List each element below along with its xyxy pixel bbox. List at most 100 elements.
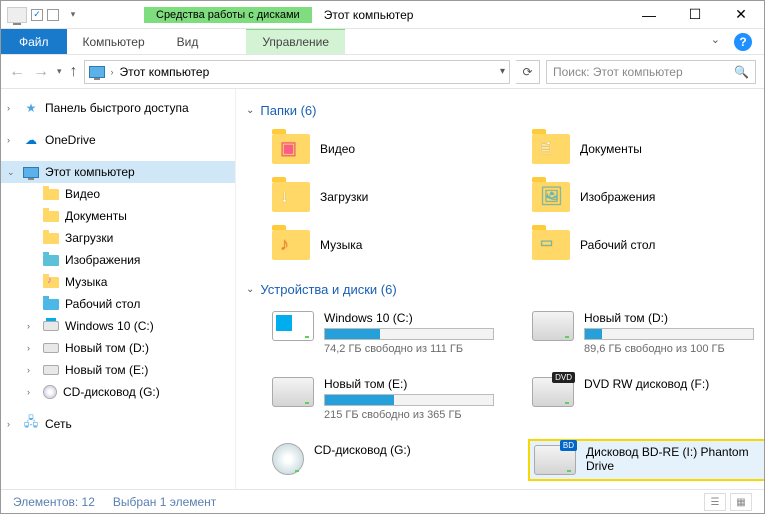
nav-this-pc-child[interactable]: ›CD-дисковод (G:) [1, 381, 235, 403]
nav-up-button[interactable]: ↑ [70, 63, 78, 81]
chevron-right-icon[interactable]: › [27, 343, 37, 353]
folder-tile[interactable]: 🗎Документы [528, 128, 764, 170]
refresh-button[interactable]: ⟳ [516, 60, 540, 84]
nav-this-pc-child[interactable]: Документы [1, 205, 235, 227]
drive-icon [272, 443, 304, 475]
drive-tile[interactable]: Windows 10 (C:)74,2 ГБ свободно из 111 Г… [268, 307, 518, 359]
nav-item-label: Изображения [65, 253, 140, 267]
ribbon-tab-manage[interactable]: Управление [246, 29, 345, 54]
drive-icon [534, 445, 576, 475]
main: › ★ Панель быстрого доступа › ☁ OneDrive… [1, 89, 764, 489]
chevron-down-icon[interactable]: ⌄ [246, 284, 254, 295]
drive-info: Новый том (E:)215 ГБ свободно из 365 ГБ [324, 377, 514, 421]
cloud-icon: ☁ [23, 132, 39, 148]
nav-onedrive-label: OneDrive [45, 133, 96, 147]
window-title: Этот компьютер [324, 8, 414, 22]
folder-icon: ↓ [272, 182, 310, 212]
drive-usage-bar [324, 328, 494, 340]
pc-icon [23, 167, 39, 178]
nav-this-pc-child[interactable]: ›Новый том (D:) [1, 337, 235, 359]
nav-this-pc-child[interactable]: Изображения [1, 249, 235, 271]
drive-tile[interactable]: CD-дисковод (G:) [268, 439, 518, 481]
drive-name: CD-дисковод (G:) [314, 443, 514, 457]
drive-info: Windows 10 (C:)74,2 ГБ свободно из 111 Г… [324, 311, 514, 355]
minimize-button[interactable]: — [626, 1, 672, 29]
drive-tile[interactable]: Новый том (D:)89,6 ГБ свободно из 100 ГБ [528, 307, 764, 359]
close-button[interactable]: ✕ [718, 1, 764, 29]
ribbon-file-tab[interactable]: Файл [1, 29, 67, 54]
ribbon-tab-view[interactable]: Вид [161, 29, 215, 54]
nav-this-pc-child[interactable]: Загрузки [1, 227, 235, 249]
chevron-right-icon[interactable]: › [27, 387, 37, 397]
drive-icon [43, 321, 59, 331]
drive-info: Дисковод BD-RE (I:) Phantom Drive [586, 445, 764, 473]
folder-icon: 🖼 [532, 182, 570, 212]
maximize-button[interactable]: ☐ [672, 1, 718, 29]
folder-tile[interactable]: ▭Рабочий стол [528, 224, 764, 266]
drive-usage-bar [324, 394, 494, 406]
chevron-right-icon[interactable]: › [27, 365, 37, 375]
address-bar[interactable]: › Этот компьютер ▾ [84, 60, 510, 84]
view-details-button[interactable]: ☰ [704, 493, 726, 511]
folder-tile[interactable]: ↓Загрузки [268, 176, 518, 218]
navigation-pane: › ★ Панель быстрого доступа › ☁ OneDrive… [1, 89, 236, 489]
drive-tile[interactable]: DVD RW дисковод (F:) [528, 373, 764, 425]
address-dropdown-icon[interactable]: ▾ [500, 66, 505, 77]
drive-icon [532, 377, 574, 407]
drive-name: Дисковод BD-RE (I:) Phantom Drive [586, 445, 764, 473]
chevron-right-icon[interactable]: › [27, 321, 37, 331]
view-large-icons-button[interactable]: ▦ [730, 493, 752, 511]
folder-tile[interactable]: ♪ Музыка [268, 224, 518, 266]
chevron-right-icon[interactable]: › [7, 103, 17, 113]
ribbon-right: ⌄ ? [711, 33, 764, 51]
search-input[interactable]: Поиск: Этот компьютер 🔍 [546, 60, 756, 84]
folder-label: Музыка [320, 238, 362, 252]
drive-usage-bar [584, 328, 754, 340]
folder-label: Видео [320, 142, 355, 156]
chevron-right-icon[interactable]: › [7, 419, 17, 429]
nav-this-pc-child[interactable]: Видео [1, 183, 235, 205]
qat-checkbox1-icon[interactable]: ✓ [31, 9, 43, 21]
drive-tile[interactable]: Новый том (E:)215 ГБ свободно из 365 ГБ [268, 373, 518, 425]
qat-checkbox2-icon[interactable] [47, 9, 59, 21]
nav-network-label: Сеть [45, 417, 72, 431]
nav-this-pc-child[interactable]: Музыка [1, 271, 235, 293]
drive-info: DVD RW дисковод (F:) [584, 377, 764, 391]
nav-quick-access[interactable]: › ★ Панель быстрого доступа [1, 97, 235, 119]
content-pane: ⌄ Папки (6) ▣Видео🗎Документы↓Загрузки 🖼 Из… [236, 89, 764, 489]
folder-icon [43, 299, 59, 310]
status-item-count: Элементов: 12 [13, 495, 95, 509]
help-icon[interactable]: ? [734, 33, 752, 51]
nav-onedrive[interactable]: › ☁ OneDrive [1, 129, 235, 151]
ribbon-collapse-icon[interactable]: ⌄ [711, 33, 720, 51]
qat-dropdown-icon[interactable]: ▾ [63, 5, 83, 25]
nav-this-pc-child[interactable]: ›Windows 10 (C:) [1, 315, 235, 337]
chevron-right-icon[interactable]: › [7, 135, 17, 145]
ribbon-tab-computer[interactable]: Компьютер [67, 29, 161, 54]
search-placeholder: Поиск: Этот компьютер [553, 65, 683, 79]
qat-properties-icon[interactable] [7, 5, 27, 25]
nav-back-button[interactable]: ← [9, 63, 25, 81]
nav-forward-button[interactable]: → [33, 63, 49, 81]
folders-group-header[interactable]: ⌄ Папки (6) [246, 103, 754, 118]
ribbon-context-header-label: Средства работы с дисками [144, 7, 312, 23]
titlebar: ✓ ▾ Средства работы с дисками Этот компь… [1, 1, 764, 29]
nav-this-pc-child[interactable]: Рабочий стол [1, 293, 235, 315]
nav-item-label: Новый том (E:) [65, 363, 148, 377]
folder-tile[interactable]: ▣Видео [268, 128, 518, 170]
folder-icon: ♪ [272, 230, 310, 260]
folder-icon [43, 255, 59, 266]
folder-tile[interactable]: 🖼 Изображения [528, 176, 764, 218]
chevron-down-icon[interactable]: ⌄ [246, 105, 254, 116]
drives-group-header[interactable]: ⌄ Устройства и диски (6) [246, 282, 754, 297]
nav-network[interactable]: › 🖧 Сеть [1, 413, 235, 435]
nav-history-dropdown[interactable]: ▾ [57, 66, 62, 77]
drive-tile[interactable]: Дисковод BD-RE (I:) Phantom Drive [528, 439, 764, 481]
chevron-down-icon[interactable]: ⌄ [7, 167, 17, 178]
folder-label: Документы [580, 142, 642, 156]
nav-this-pc[interactable]: ⌄ Этот компьютер [1, 161, 235, 183]
address-text[interactable]: Этот компьютер [120, 65, 210, 79]
nav-this-pc-child[interactable]: › Новый том (E:) [1, 359, 235, 381]
folder-label: Изображения [580, 190, 655, 204]
address-crumb-sep-icon[interactable]: › [111, 67, 114, 77]
